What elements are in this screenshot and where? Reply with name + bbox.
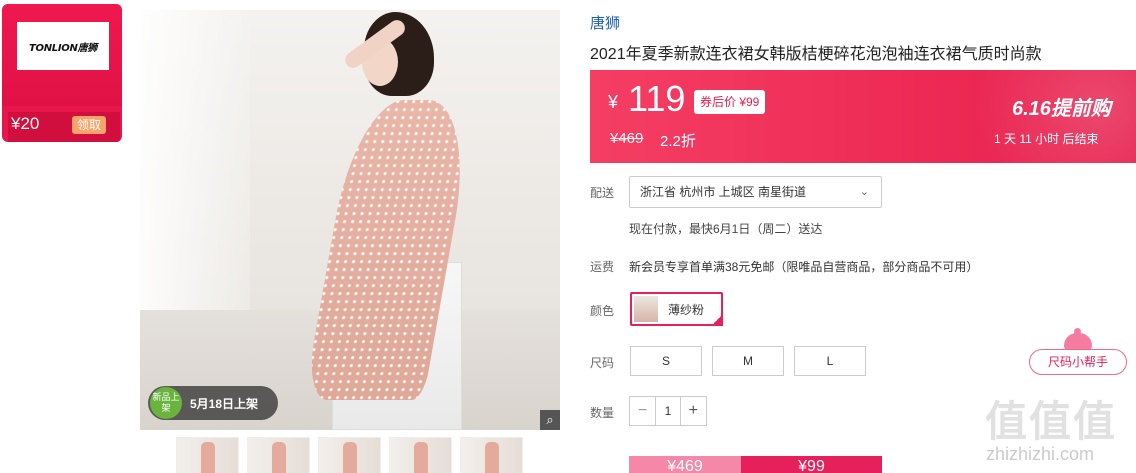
new-arrival-icon: 新品上架 <box>150 387 182 419</box>
size-helper-button[interactable]: 尺码小帮手 <box>1029 349 1127 375</box>
original-price: ¥469 <box>610 130 644 147</box>
product-main-image[interactable]: 新品上架 5月18日上架 ⌕ <box>140 10 560 430</box>
color-thumbnail <box>634 296 658 322</box>
size-option-l[interactable]: L <box>794 346 866 376</box>
zoom-icon[interactable]: ⌕ <box>540 410 560 430</box>
quantity-label: 数量 <box>590 406 615 420</box>
quantity-decrease-button[interactable]: − <box>630 397 655 425</box>
size-option-s[interactable]: S <box>630 346 702 376</box>
buy-bar: ¥469 ¥99 <box>629 456 882 473</box>
chevron-down-icon: ⌄ <box>859 186 869 198</box>
after-coupon-price: 券后价 ¥99 <box>694 90 766 114</box>
new-arrival-date: 5月18日上架 <box>190 397 259 411</box>
current-price: 119 <box>628 78 686 119</box>
address-value: 浙江省 杭州市 上城区 南星街道 <box>640 185 807 199</box>
color-option-label: 薄纱粉 <box>668 303 705 317</box>
address-select[interactable]: 浙江省 杭州市 上城区 南星街道 ⌄ <box>629 176 882 208</box>
price-banner: ¥ 119 券后价 ¥99 ¥469 2.2折 6.16提前购 1 天 11 小… <box>590 70 1136 163</box>
coupon-amount: ¥20 <box>11 114 40 133</box>
watermark-logo: 值值值 <box>985 398 1118 445</box>
brand-link[interactable]: 唐狮 <box>590 12 620 33</box>
thumbnail-2[interactable] <box>247 437 310 473</box>
watermark-url: zhizhizhi.com <box>986 444 1095 464</box>
thumbnail-4[interactable] <box>389 437 452 473</box>
thumbnail-strip <box>176 437 523 473</box>
discount-rate: 2.2折 <box>660 133 696 150</box>
promo-countdown: 1 天 11 小时 后结束 <box>994 132 1099 146</box>
claim-coupon-button[interactable]: 领取 <box>72 116 106 134</box>
thumbnail-1[interactable] <box>176 437 239 473</box>
currency-symbol: ¥ <box>608 92 619 112</box>
product-title: 2021年夏季新款连衣裙女韩版桔梗碎花泡泡袖连衣裙气质时尚款 <box>590 46 1042 63</box>
selected-check-icon <box>711 314 723 326</box>
color-option-pink[interactable]: 薄纱粉 <box>630 292 723 326</box>
color-label: 颜色 <box>590 304 615 318</box>
size-option-m[interactable]: M <box>712 346 784 376</box>
delivery-estimate: 现在付款，最快6月1日（周二）送达 <box>629 222 823 236</box>
thumbnail-3[interactable] <box>318 437 381 473</box>
buy-original-price-button[interactable]: ¥469 <box>629 456 741 473</box>
quantity-stepper: − 1 + <box>629 396 707 426</box>
quantity-increase-button[interactable]: + <box>681 397 706 425</box>
shipping-note: 新会员专享首单满38元免邮（限唯品自营商品，部分商品不可用） <box>629 260 979 274</box>
delivery-label: 配送 <box>590 186 615 200</box>
promo-logo: 6.16提前购 <box>1012 98 1111 120</box>
size-label: 尺码 <box>590 356 615 370</box>
brand-logo-text: TONLION唐狮 <box>29 42 97 54</box>
buy-coupon-price-button[interactable]: ¥99 <box>741 456 882 473</box>
quantity-input[interactable]: 1 <box>655 397 681 425</box>
thumbnail-5[interactable] <box>460 437 523 473</box>
shipping-label: 运费 <box>590 260 615 274</box>
brand-logo: TONLION唐狮 <box>17 22 109 70</box>
